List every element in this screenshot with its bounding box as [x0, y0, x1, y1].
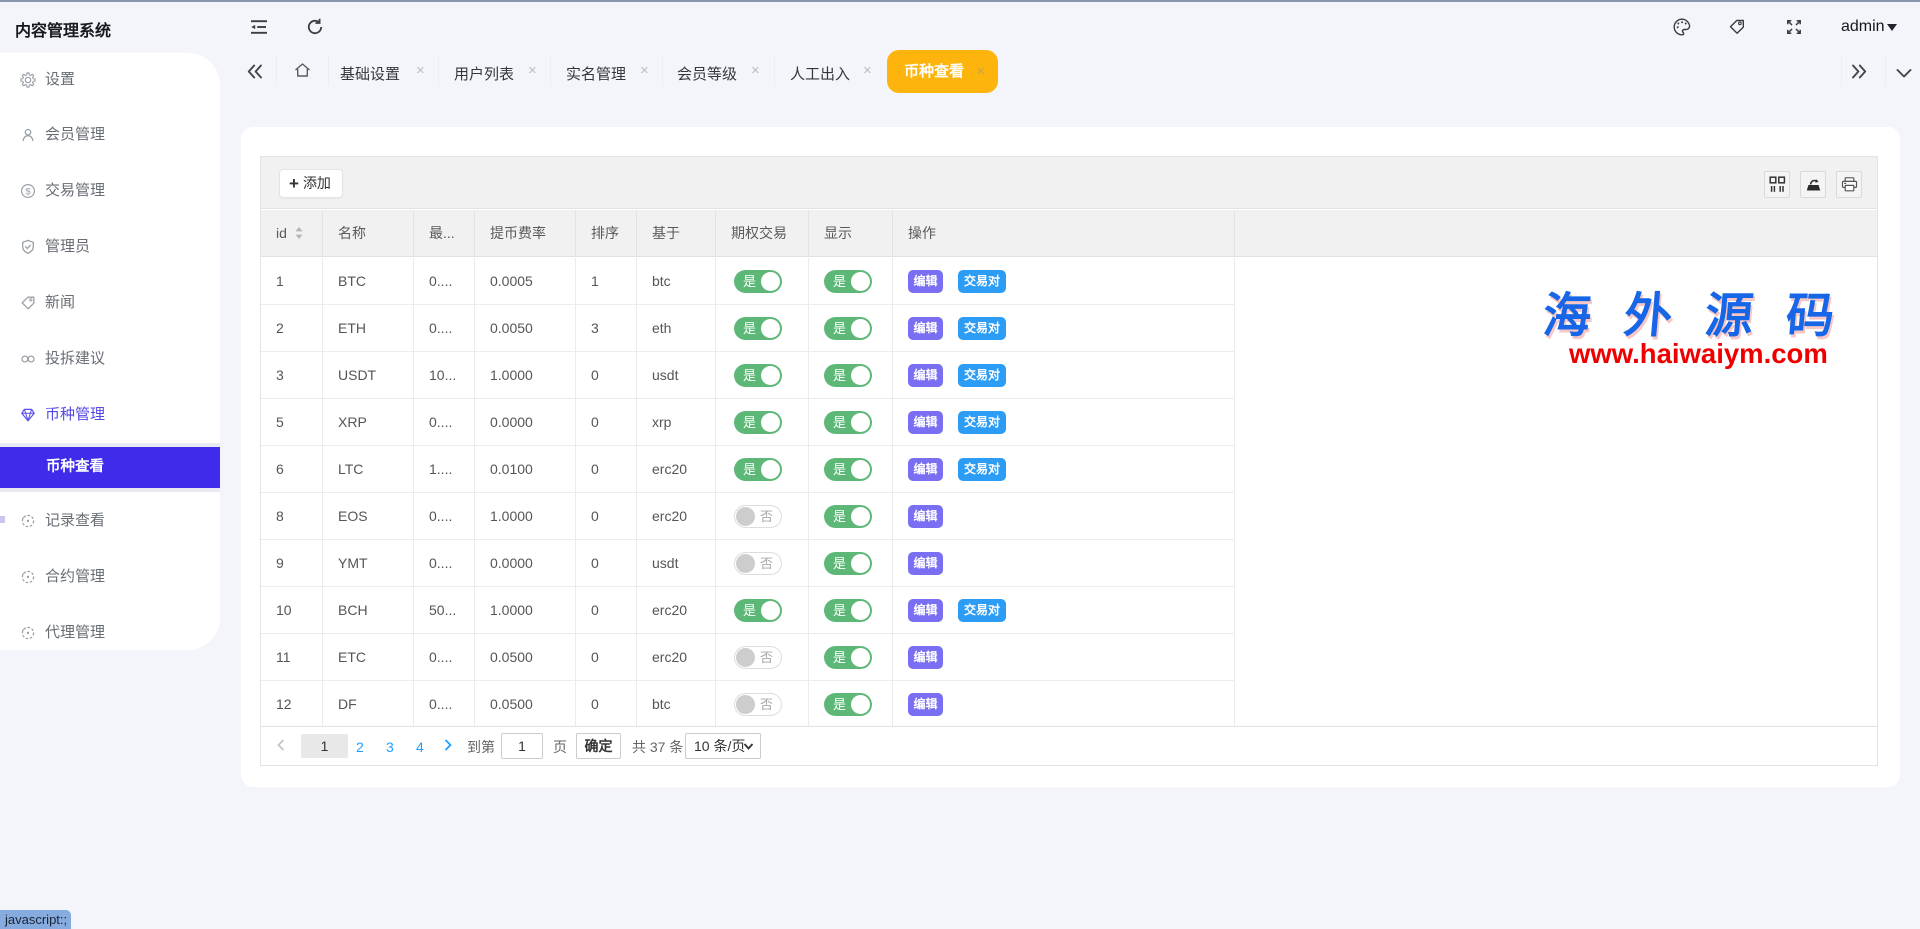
svg-text:$: $ — [25, 186, 31, 197]
